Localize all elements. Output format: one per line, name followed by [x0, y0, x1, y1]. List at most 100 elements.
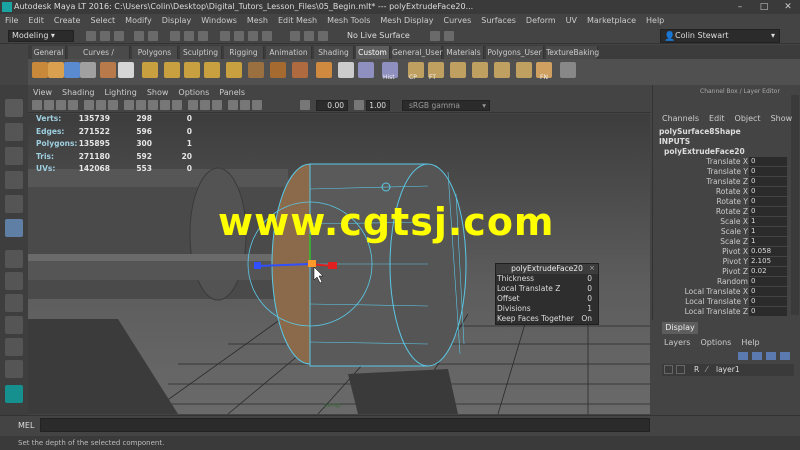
- object-name[interactable]: polySurface8Shape: [659, 127, 741, 136]
- gamma-icon[interactable]: [354, 100, 364, 110]
- menu-curves[interactable]: Curves: [438, 14, 476, 28]
- shadows-icon[interactable]: [172, 100, 182, 110]
- input-node-name[interactable]: polyExtrudeFace20: [664, 147, 745, 156]
- popup-row-value[interactable]: 1: [587, 304, 592, 314]
- backface-icon[interactable]: [252, 100, 262, 110]
- cut-uv-icon[interactable]: [494, 62, 510, 78]
- planar-map-icon[interactable]: [472, 62, 488, 78]
- channel-attr-label[interactable]: Translate Y: [655, 167, 748, 176]
- lock-camera-icon[interactable]: [44, 100, 54, 110]
- menu-surfaces[interactable]: Surfaces: [476, 14, 521, 28]
- lights-icon[interactable]: [160, 100, 170, 110]
- shelf-tab-polygons[interactable]: Polygons: [132, 46, 178, 59]
- channel-attr-value[interactable]: 1: [749, 227, 787, 236]
- paint-select-icon[interactable]: [5, 147, 23, 165]
- channel-attr-label[interactable]: Local Translate X: [655, 287, 748, 296]
- four-pane-layout-icon[interactable]: [5, 272, 23, 290]
- fn-icon[interactable]: [560, 62, 576, 78]
- menu-deform[interactable]: Deform: [521, 14, 561, 28]
- menu-display[interactable]: Display: [157, 14, 197, 28]
- graph-layout-icon[interactable]: [5, 338, 23, 356]
- film-gate-icon[interactable]: [96, 100, 106, 110]
- maya-lt-icon[interactable]: [5, 385, 23, 403]
- wireframe-icon[interactable]: [124, 100, 134, 110]
- menu-create[interactable]: Create: [49, 14, 86, 28]
- maximize-button[interactable]: □: [752, 1, 776, 13]
- camera-icon[interactable]: [32, 100, 42, 110]
- channel-attr-value[interactable]: 0: [749, 287, 787, 296]
- extrude-icon[interactable]: [142, 62, 158, 78]
- snap-grid-icon[interactable]: [220, 31, 230, 41]
- channel-attr-value[interactable]: 1: [749, 217, 787, 226]
- menu-set-dropdown[interactable]: Modeling ▾: [8, 30, 74, 42]
- shelf-tab-general[interactable]: General: [32, 46, 66, 59]
- channel-attr-label[interactable]: Pivot X: [655, 247, 748, 256]
- channel-attr-value[interactable]: 1: [749, 237, 787, 246]
- outliner-layout-icon[interactable]: [5, 316, 23, 334]
- shelf-tab-shading[interactable]: Shading: [314, 46, 354, 59]
- redo-icon[interactable]: [148, 31, 158, 41]
- bridge-icon[interactable]: [184, 62, 200, 78]
- viewport-menu-lighting[interactable]: Lighting: [99, 87, 141, 98]
- viewport-menu-options[interactable]: Options: [173, 87, 214, 98]
- user-account-dropdown[interactable]: 👤 Colin Stewart ▾: [660, 29, 780, 43]
- select-component-icon[interactable]: [198, 31, 208, 41]
- layout-icon[interactable]: [450, 62, 466, 78]
- ipr-render-icon[interactable]: [304, 31, 314, 41]
- shelf-tab-rigging[interactable]: Rigging: [224, 46, 264, 59]
- menu-mesh-display[interactable]: Mesh Display: [375, 14, 438, 28]
- menu-mesh[interactable]: Mesh: [242, 14, 273, 28]
- channel-attr-label[interactable]: Local Translate Z: [655, 307, 748, 316]
- sculpt-icon[interactable]: [118, 62, 134, 78]
- new-scene-icon[interactable]: [86, 31, 96, 41]
- snap-point-icon[interactable]: [248, 31, 258, 41]
- menu-uv[interactable]: UV: [561, 14, 582, 28]
- popup-row-value[interactable]: 0: [587, 294, 592, 304]
- shelf-tab-polygons-user[interactable]: Polygons_User: [486, 46, 544, 59]
- exposure-icon[interactable]: [300, 100, 310, 110]
- menu-select[interactable]: Select: [85, 14, 120, 28]
- menu-edit[interactable]: Edit: [23, 14, 49, 28]
- layer-color-icon[interactable]: ⁄: [706, 365, 707, 374]
- mel-label[interactable]: MEL: [18, 421, 34, 430]
- shelf-tab-custom[interactable]: Custom: [356, 46, 390, 59]
- close-button[interactable]: ✕: [776, 1, 800, 13]
- gamma-field[interactable]: 1.00: [366, 100, 390, 111]
- minimize-button[interactable]: –: [728, 1, 752, 13]
- popup-row[interactable]: Local Translate Z 0: [497, 284, 596, 294]
- channel-attr-value[interactable]: 2.105: [749, 257, 787, 266]
- isolate-icon[interactable]: [212, 100, 222, 110]
- snap-curve-icon[interactable]: [234, 31, 244, 41]
- scale-tool-icon[interactable]: [5, 219, 23, 237]
- channel-attr-label[interactable]: Random: [655, 277, 748, 286]
- new-layer-selected-icon[interactable]: [752, 352, 762, 360]
- rotate-tool-icon[interactable]: [5, 195, 23, 213]
- move-tool-icon[interactable]: [5, 171, 23, 189]
- layer-menu-options[interactable]: Options: [700, 338, 731, 347]
- xray-icon[interactable]: [228, 100, 238, 110]
- shelf-tab-curves-surfaces[interactable]: Curves / Surfaces: [68, 46, 130, 70]
- separate-icon[interactable]: [292, 62, 308, 78]
- move-layer-up-icon[interactable]: [766, 352, 776, 360]
- target-weld-icon[interactable]: [100, 62, 116, 78]
- merge-icon[interactable]: [248, 62, 264, 78]
- image-plane-icon[interactable]: [68, 100, 78, 110]
- channel-attr-value[interactable]: 0: [749, 307, 787, 316]
- menu-marketplace[interactable]: Marketplace: [582, 14, 641, 28]
- history-icon[interactable]: [338, 62, 354, 78]
- channel-box-scrollbar[interactable]: [791, 95, 799, 315]
- menu-file[interactable]: File: [0, 14, 23, 28]
- channel-attr-value[interactable]: 0.02: [749, 267, 787, 276]
- shelf-tab-general-user[interactable]: General_User: [392, 46, 442, 59]
- popup-row-value[interactable]: 0: [587, 284, 592, 294]
- color-space-dropdown[interactable]: sRGB gamma ▾: [402, 100, 490, 111]
- channel-attr-label[interactable]: Rotate X: [655, 187, 748, 196]
- modeling-toolkit-icon[interactable]: [444, 31, 454, 41]
- smooth-shade-icon[interactable]: [136, 100, 146, 110]
- plane-icon[interactable]: [64, 62, 80, 78]
- menu-windows[interactable]: Windows: [196, 14, 242, 28]
- manipulator-center-handle[interactable]: [308, 260, 316, 267]
- layer-menu-help[interactable]: Help: [741, 338, 759, 347]
- layer-name[interactable]: layer1: [716, 365, 740, 374]
- channel-attr-label[interactable]: Translate X: [655, 157, 748, 166]
